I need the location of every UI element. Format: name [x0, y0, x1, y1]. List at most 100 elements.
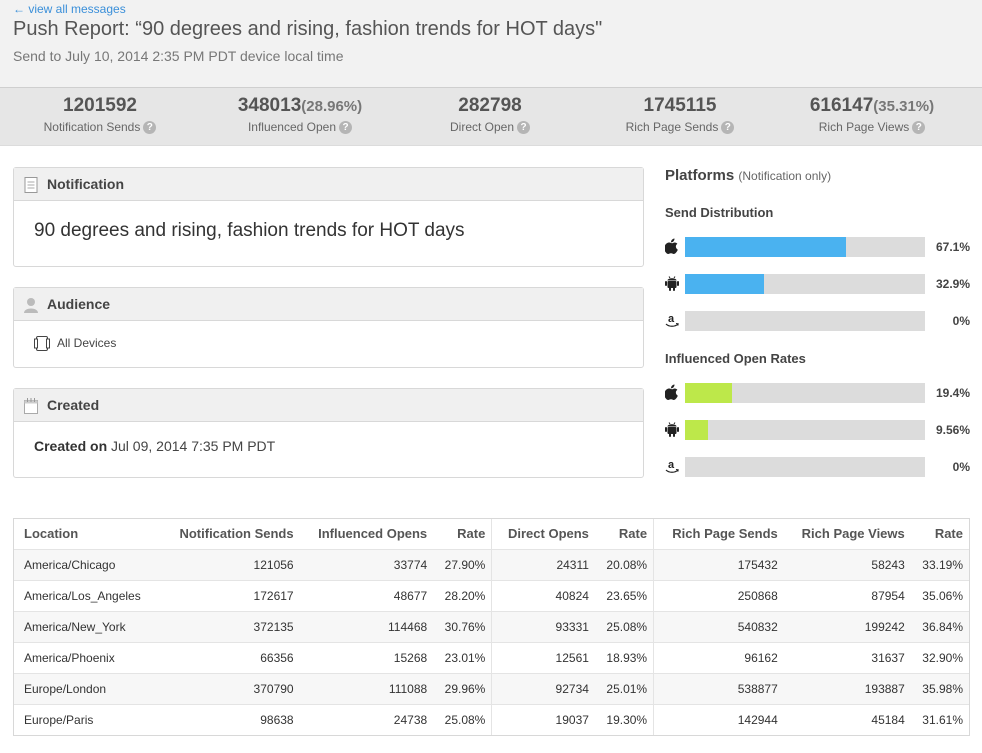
table-cell: 24738 [299, 703, 434, 735]
page-title: Push Report: “90 degrees and rising, fas… [13, 18, 603, 40]
table-cell: 15268 [299, 641, 434, 673]
bar-track [685, 383, 925, 403]
platforms-title: Platforms (Notification only) [665, 167, 831, 184]
help-icon[interactable]: ? [143, 121, 157, 135]
card-header: Audience [14, 288, 643, 321]
apple-icon [664, 238, 679, 254]
column-header[interactable]: Rich Page Views [783, 519, 911, 549]
bar-row-apple: 67.1% [664, 237, 975, 257]
bar-row-amazon: a 0% [665, 457, 975, 477]
send-distribution-title: Send Distribution [665, 205, 774, 220]
stat-label: Influenced Open [247, 120, 337, 134]
table-cell: 250868 [653, 579, 784, 611]
card-header: Created [14, 389, 643, 422]
table-cell: 27.90% [433, 548, 493, 580]
card-header: Notification [14, 168, 643, 201]
table-cell: 540832 [653, 610, 784, 642]
table-cell: 142944 [653, 703, 784, 735]
table-cell: 98638 [160, 703, 300, 735]
column-header[interactable]: Rate [594, 519, 655, 549]
calendar-icon [24, 398, 38, 414]
android-icon [665, 421, 679, 437]
table-cell: 172617 [160, 579, 300, 611]
stat-value: 1201592 [63, 95, 137, 116]
bar-percentage: 32.9% [935, 277, 970, 291]
table-row: Europe/London 370790 111088 29.96% 92734 25.0… [14, 672, 969, 704]
bar-percentage: 19.4% [935, 386, 970, 400]
column-header[interactable]: Rich Page Sends [653, 519, 784, 549]
table-cell: Europe/London [14, 672, 161, 704]
table-row: America/Los_Angeles 172617 48677 28.20% 4082… [14, 579, 969, 611]
table-cell: 66356 [160, 641, 300, 673]
help-icon[interactable]: ? [912, 121, 926, 135]
column-header[interactable]: Rate [910, 519, 969, 549]
table-cell: 33774 [299, 548, 434, 580]
location-table-container: Location Notification Sends Influenced Ope… [13, 518, 970, 736]
stat-influenced-open: 348013(28.96%) Influenced Open? [200, 94, 400, 135]
platforms-panel: Platforms (Notification only) Send Distr… [664, 146, 982, 486]
view-all-messages-link[interactable]: ← view all messages [13, 2, 126, 16]
table-cell: 19.30% [594, 703, 655, 735]
table-cell: Europe/Paris [14, 703, 161, 735]
column-header[interactable]: Influenced Opens [299, 519, 434, 549]
table-cell: 175432 [653, 548, 784, 580]
stat-label: Direct Open [449, 120, 515, 134]
platforms-subtitle: (Notification only) [738, 169, 832, 183]
help-icon[interactable]: ? [517, 121, 531, 135]
table-cell: America/Los_Angeles [14, 579, 161, 611]
column-header[interactable]: Notification Sends [160, 519, 300, 549]
table-cell: 87954 [783, 579, 911, 611]
table-cell: 193887 [783, 672, 911, 704]
svg-text:a: a [668, 459, 675, 471]
created-value: Jul 09, 2014 7:35 PM PDT [111, 438, 276, 454]
table-cell: 111088 [299, 672, 434, 704]
apple-icon [664, 384, 679, 400]
table-cell: 12561 [491, 641, 595, 673]
bar-row-android: 32.9% [665, 274, 975, 294]
bar-track [685, 274, 925, 294]
stat-notification-sends: 1201592 Notification Sends? [0, 94, 200, 135]
stat-pct: (28.96%) [301, 98, 363, 115]
table-cell: 538877 [653, 672, 784, 704]
created-card: Created Created on Jul 09, 2014 7:35 PM … [13, 388, 644, 478]
table-cell: 33.19% [910, 548, 969, 580]
card-title: Created [47, 397, 100, 413]
table-cell: 28.20% [433, 579, 493, 611]
bar-row-apple: 19.4% [664, 383, 975, 403]
bar-track [685, 420, 925, 440]
bar-row-android: 9.56% [665, 420, 975, 440]
table-cell: 93331 [491, 610, 595, 642]
table-cell: 30.76% [433, 610, 493, 642]
table-cell: 370790 [160, 672, 300, 704]
svg-text:a: a [668, 313, 675, 325]
android-icon [665, 275, 679, 291]
stat-rich-page-views: 616147(35.31%) Rich Page Views? [772, 94, 972, 135]
table-cell: 31.61% [910, 703, 969, 735]
table-cell: America/Chicago [14, 548, 161, 580]
help-icon[interactable]: ? [721, 121, 735, 135]
bar-percentage: 0% [952, 460, 970, 474]
table-cell: 199242 [783, 610, 911, 642]
table-cell: 48677 [299, 579, 434, 611]
column-header[interactable]: Direct Opens [491, 519, 595, 549]
stat-direct-open: 282798 Direct Open? [390, 94, 590, 135]
stat-label: Rich Page Sends [625, 120, 719, 134]
table-cell: 19037 [491, 703, 595, 735]
table-cell: America/Phoenix [14, 641, 161, 673]
bar-track [685, 311, 925, 331]
created-line: Created on Jul 09, 2014 7:35 PM PDT [34, 438, 275, 454]
bar-fill [685, 383, 732, 403]
help-icon[interactable]: ? [339, 121, 353, 135]
platforms-title-text: Platforms [665, 167, 735, 184]
amazon-icon: a [665, 458, 679, 474]
stat-value: 616147 [809, 95, 874, 116]
table-cell: 36.84% [910, 610, 969, 642]
amazon-icon: a [665, 312, 679, 328]
table-cell: 92734 [491, 672, 595, 704]
column-header[interactable]: Location [14, 519, 161, 549]
page-subtitle: Send to July 10, 2014 2:35 PM PDT device… [13, 48, 344, 64]
influenced-open-rates-title: Influenced Open Rates [665, 351, 806, 366]
table-cell: 114468 [299, 610, 434, 642]
stat-label: Rich Page Views [818, 120, 910, 134]
column-header[interactable]: Rate [433, 519, 493, 549]
